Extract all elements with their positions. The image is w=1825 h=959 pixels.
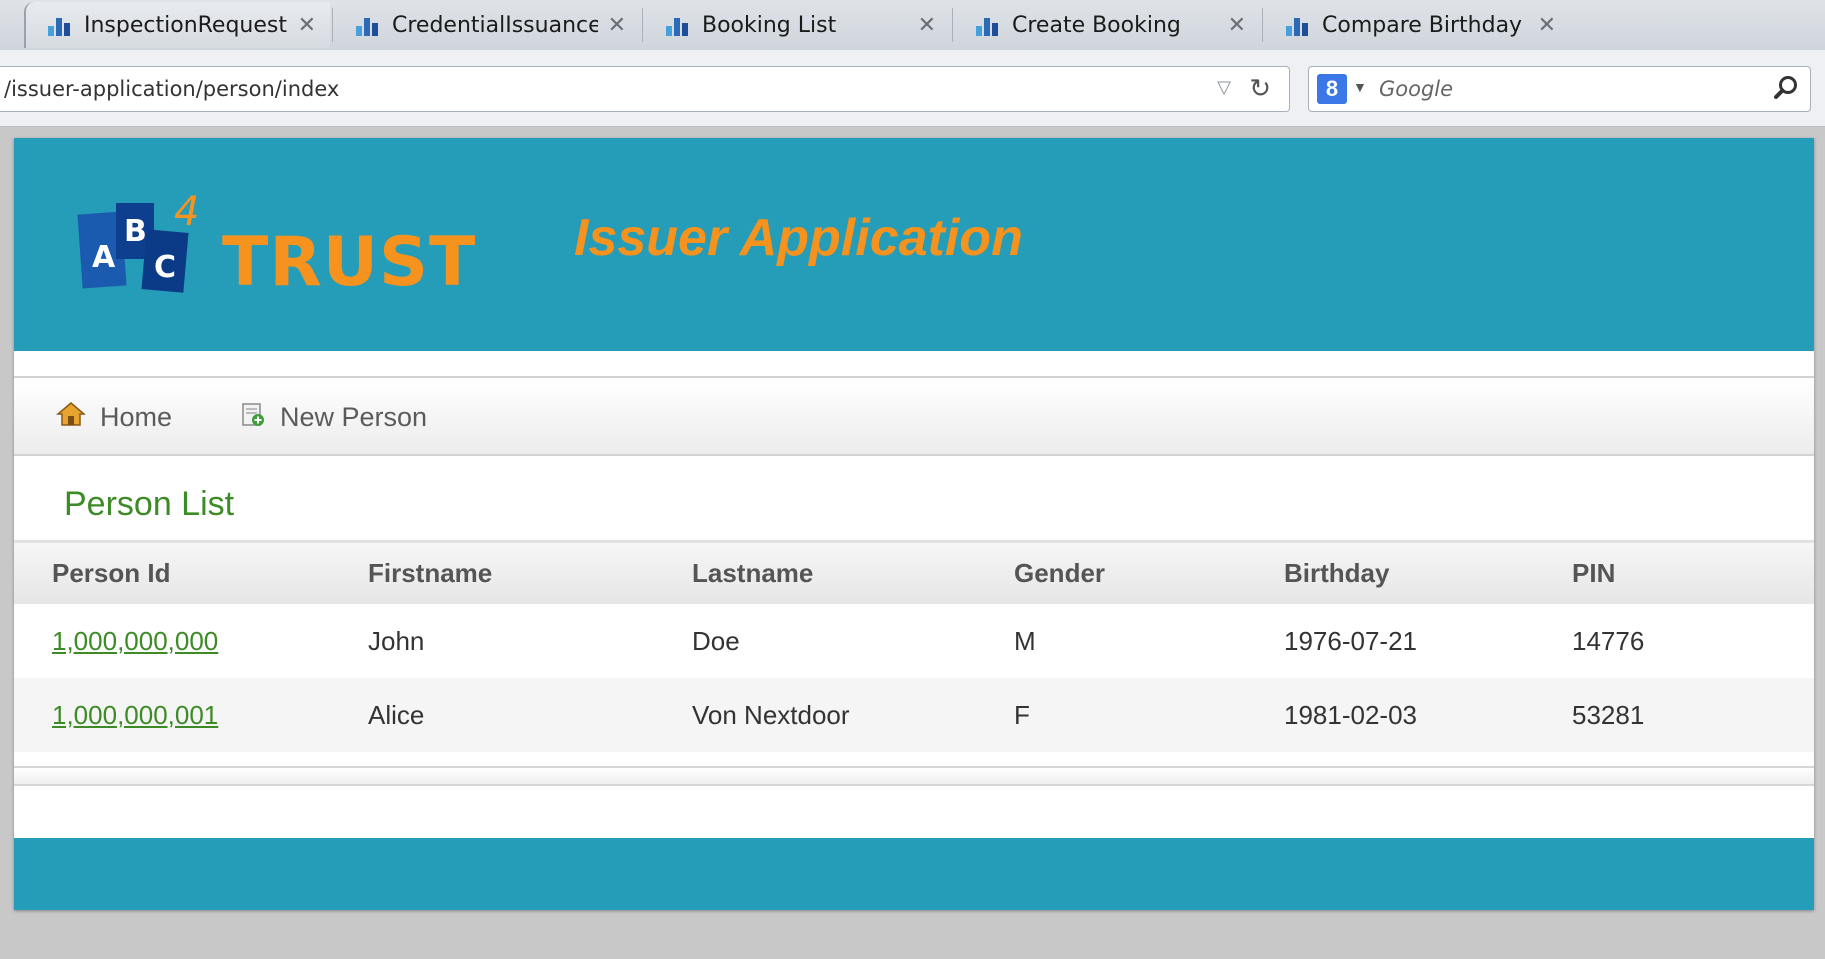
browser-tab-create-booking[interactable]: Create Booking ✕ bbox=[954, 2, 1260, 48]
menu-item-new-person[interactable]: New Person bbox=[238, 400, 427, 435]
browser-tab-booking-list[interactable]: Booking List ✕ bbox=[644, 2, 950, 48]
tab-close-icon[interactable]: ✕ bbox=[1228, 13, 1246, 38]
search-input[interactable]: Google bbox=[1379, 77, 1453, 101]
tab-separator bbox=[642, 8, 643, 42]
tab-title: CredentialIssuance ... bbox=[392, 12, 598, 38]
tab-title: Booking List bbox=[702, 12, 837, 38]
app-title: Issuer Application bbox=[574, 209, 1023, 267]
logo-letter-b: B bbox=[124, 214, 147, 249]
table-header-row: Person Id Firstname Lastname Gender Birt… bbox=[14, 541, 1814, 604]
app-favicon-icon bbox=[356, 14, 382, 36]
page-container: A B C 4 TRUST Issuer Application Home Ne… bbox=[14, 138, 1814, 910]
tab-title: InspectionRequest ... bbox=[84, 12, 288, 38]
column-header-birthday: Birthday bbox=[1284, 557, 1390, 588]
logo-letter-c: C bbox=[154, 250, 176, 285]
tab-title: Create Booking bbox=[1012, 12, 1181, 38]
magnifier-icon[interactable] bbox=[1772, 74, 1800, 107]
history-dropdown-icon[interactable]: ▽ bbox=[1217, 77, 1231, 98]
content-divider bbox=[14, 766, 1814, 786]
cell-gender: M bbox=[1014, 625, 1036, 656]
menu-item-home[interactable]: Home bbox=[55, 400, 173, 435]
app-favicon-icon bbox=[48, 14, 74, 36]
app-header: A B C 4 TRUST Issuer Application bbox=[14, 138, 1814, 351]
search-engine-dropdown-icon[interactable]: ▼ bbox=[1353, 79, 1367, 95]
column-header-person-id: Person Id bbox=[52, 557, 171, 588]
app-favicon-icon bbox=[976, 14, 1002, 36]
column-header-firstname: Firstname bbox=[368, 557, 493, 588]
person-id-link[interactable]: 1,000,000,000 bbox=[52, 626, 218, 656]
tab-close-icon[interactable]: ✕ bbox=[918, 13, 936, 38]
browser-tab-credential-issuance[interactable]: CredentialIssuance ... ✕ bbox=[334, 2, 640, 48]
tab-title: Compare Birthday ... bbox=[1322, 12, 1528, 38]
cell-person-id: 1,000,000,001 bbox=[14, 678, 368, 752]
app-favicon-icon bbox=[666, 14, 692, 36]
cell-firstname: Alice bbox=[368, 699, 425, 730]
search-bar[interactable]: 8 ▼ Google bbox=[1308, 66, 1811, 112]
app-favicon-icon bbox=[1286, 14, 1312, 36]
logo-digit-four: 4 bbox=[174, 189, 199, 235]
cell-pin: 14776 bbox=[1572, 625, 1645, 656]
column-header-pin: PIN bbox=[1572, 557, 1616, 588]
tab-close-icon[interactable]: ✕ bbox=[608, 13, 626, 38]
cell-pin: 53281 bbox=[1572, 699, 1645, 730]
document-add-icon bbox=[238, 400, 280, 435]
menu-item-label: Home bbox=[100, 402, 173, 432]
browser-tab-compare-birthday[interactable]: Compare Birthday ... ✕ bbox=[1264, 2, 1570, 48]
logo-letter-a: A bbox=[92, 240, 116, 275]
cell-birthday: 1981-02-03 bbox=[1284, 699, 1417, 730]
cell-lastname: Von Nextdoor bbox=[692, 699, 850, 730]
app-footer bbox=[14, 838, 1814, 910]
main-menu: Home New Person bbox=[14, 376, 1814, 456]
house-icon bbox=[55, 400, 100, 435]
cell-birthday: 1976-07-21 bbox=[1284, 625, 1417, 656]
tab-separator bbox=[1262, 8, 1263, 42]
url-text: /issuer-application/person/index bbox=[4, 77, 340, 101]
table-row: 1,000,000,000 John Doe M 1976-07-21 1477… bbox=[14, 604, 1814, 678]
cell-gender: F bbox=[1014, 699, 1030, 730]
tab-separator bbox=[952, 8, 953, 42]
table-row: 1,000,000,001 Alice Von Nextdoor F 1981-… bbox=[14, 678, 1814, 752]
cell-firstname: John bbox=[368, 625, 425, 656]
search-engine-icon[interactable]: 8 bbox=[1317, 74, 1347, 104]
page-title: Person List bbox=[64, 485, 235, 523]
browser-tab-bar: InspectionRequest ... ✕ CredentialIssuan… bbox=[0, 0, 1825, 50]
cell-lastname: Doe bbox=[692, 625, 740, 656]
reload-icon[interactable]: ↻ bbox=[1249, 73, 1271, 104]
tab-separator bbox=[332, 8, 333, 42]
address-bar[interactable]: /issuer-application/person/index ▽ ↻ bbox=[0, 66, 1290, 112]
column-header-lastname: Lastname bbox=[692, 557, 814, 588]
tab-close-icon[interactable]: ✕ bbox=[298, 13, 316, 38]
column-header-gender: Gender bbox=[1014, 557, 1106, 588]
cell-person-id: 1,000,000,000 bbox=[14, 604, 368, 678]
abc4trust-logo: A B C 4 TRUST bbox=[74, 183, 475, 303]
browser-nav-bar: /issuer-application/person/index ▽ ↻ 8 ▼… bbox=[0, 50, 1825, 127]
menu-item-label: New Person bbox=[280, 402, 428, 432]
person-table: Person Id Firstname Lastname Gender Birt… bbox=[14, 540, 1814, 752]
tab-close-icon[interactable]: ✕ bbox=[1538, 13, 1556, 38]
logo-wordmark: TRUST bbox=[222, 223, 477, 302]
person-id-link[interactable]: 1,000,000,001 bbox=[52, 700, 218, 730]
browser-tab-inspection-request[interactable]: InspectionRequest ... ✕ bbox=[24, 2, 330, 48]
